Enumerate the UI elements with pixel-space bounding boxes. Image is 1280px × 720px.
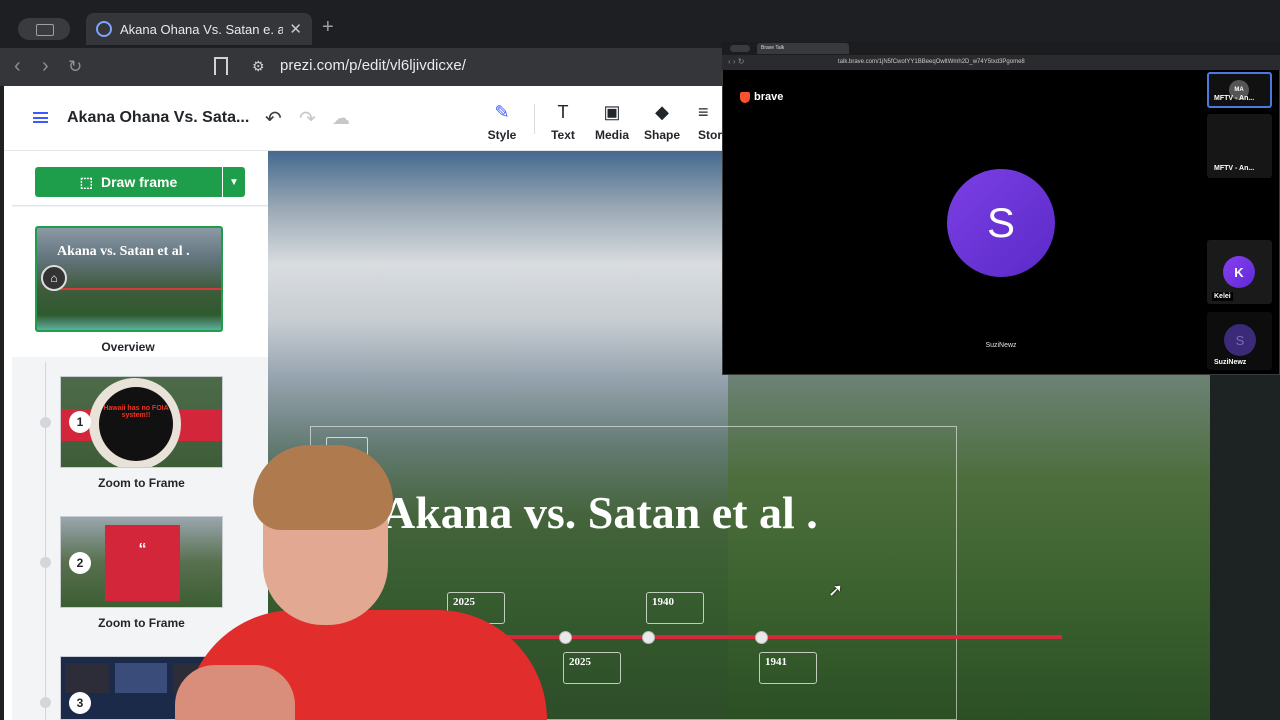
webcam-person-hair: [253, 445, 393, 530]
draw-frame-label: Draw frame: [100, 174, 178, 190]
participant-avatar-k: K: [1223, 256, 1255, 288]
browser-tab-active[interactable]: Akana Ohana Vs. Satan e. al | P ✕: [86, 13, 312, 45]
window-switch-icon[interactable]: [18, 18, 70, 40]
undo-icon[interactable]: ↶: [265, 106, 282, 131]
home-icon: ⌂: [41, 265, 67, 291]
frame-number-1: 1: [69, 411, 91, 433]
frame-node: [40, 557, 51, 568]
participant-avatar-s: S: [1224, 324, 1256, 356]
hamburger-menu-icon[interactable]: [33, 112, 48, 123]
frame-number-3: 3: [69, 692, 91, 714]
frame-label-1: Zoom to Frame: [98, 476, 185, 490]
prezi-favicon-icon: [96, 21, 112, 37]
popup-tab[interactable]: Brave Talk: [757, 43, 849, 54]
brave-lion-icon: [740, 91, 750, 103]
frame-node: [40, 697, 51, 708]
timeline-card[interactable]: 1940: [646, 592, 704, 624]
webcam-person-arm: [175, 665, 295, 720]
frame-node: [40, 417, 51, 428]
frame-icon: ⬚: [79, 173, 93, 190]
overview-thumb-timeline: [51, 288, 221, 290]
draw-frame-button[interactable]: ⬚ Draw frame: [35, 167, 222, 197]
overview-thumb-title: Akana vs. Satan et al .: [57, 244, 190, 259]
participant-label: MFTV - An...: [1214, 95, 1255, 102]
browser-tab-title: Akana Ohana Vs. Satan e. al | P: [120, 21, 284, 37]
timeline-dot[interactable]: [642, 631, 655, 644]
frame-number-2: 2: [69, 552, 91, 574]
tool-style[interactable]: ✎ Style: [472, 100, 532, 142]
new-tab-button[interactable]: +: [322, 16, 334, 39]
participant-label: Kelei: [1212, 292, 1233, 301]
cloud-save-icon: ☁: [332, 108, 350, 128]
popup-url-field[interactable]: talk.brave.com/1jN5fCwotYY1BBeeqOwltWmh2…: [838, 59, 1025, 65]
speaker-name: SuziNewz: [985, 342, 1017, 349]
bookmark-icon[interactable]: [214, 57, 228, 75]
participant-label: MFTV - An...: [1214, 165, 1255, 172]
close-tab-icon[interactable]: ✕: [289, 20, 302, 38]
mouse-cursor-icon: ➚: [828, 580, 844, 600]
overview-label: Overview: [101, 340, 155, 354]
timeline-dot[interactable]: [559, 631, 572, 644]
timeline-dot[interactable]: [755, 631, 768, 644]
brave-logo: brave: [740, 91, 783, 103]
frame-tree-line: [45, 362, 46, 720]
brave-logo-text: brave: [754, 91, 784, 103]
forward-icon[interactable]: ›: [42, 55, 49, 78]
popup-window-switch-icon[interactable]: [730, 45, 750, 52]
url-field[interactable]: prezi.com/p/edit/vl6ljivdicxe/: [280, 57, 466, 74]
tool-story[interactable]: ≡ Story: [682, 100, 726, 142]
frame-label-2: Zoom to Frame: [98, 616, 185, 630]
frame-2-quote: “: [105, 525, 180, 601]
back-icon[interactable]: ‹: [14, 55, 21, 78]
presentation-title[interactable]: Akana Ohana Vs. Sata...: [67, 109, 249, 127]
redo-icon[interactable]: ↷: [299, 106, 316, 131]
site-settings-icon[interactable]: ⚙: [252, 58, 265, 75]
participant-label: SuziNewz: [1214, 359, 1247, 366]
brush-icon: ✎: [494, 102, 510, 122]
reload-icon[interactable]: ↻: [68, 57, 82, 77]
canvas-title[interactable]: Akana vs. Satan et al .: [382, 486, 818, 539]
frame-1-text: Hawaii has no FOIA system!!: [99, 387, 173, 461]
canvas-edge: [1210, 375, 1280, 720]
frame-3-shot: [115, 663, 167, 693]
timeline-card[interactable]: 1941: [759, 652, 817, 684]
draw-frame-dropdown-icon[interactable]: ▼: [223, 167, 245, 197]
popup-nav-icons[interactable]: ‹ › ↻: [728, 57, 744, 66]
tool-style-label: Style: [487, 128, 517, 142]
frame-3-shot: [65, 663, 109, 693]
speaker-avatar: S: [947, 169, 1055, 277]
timeline-card[interactable]: 2025: [563, 652, 621, 684]
